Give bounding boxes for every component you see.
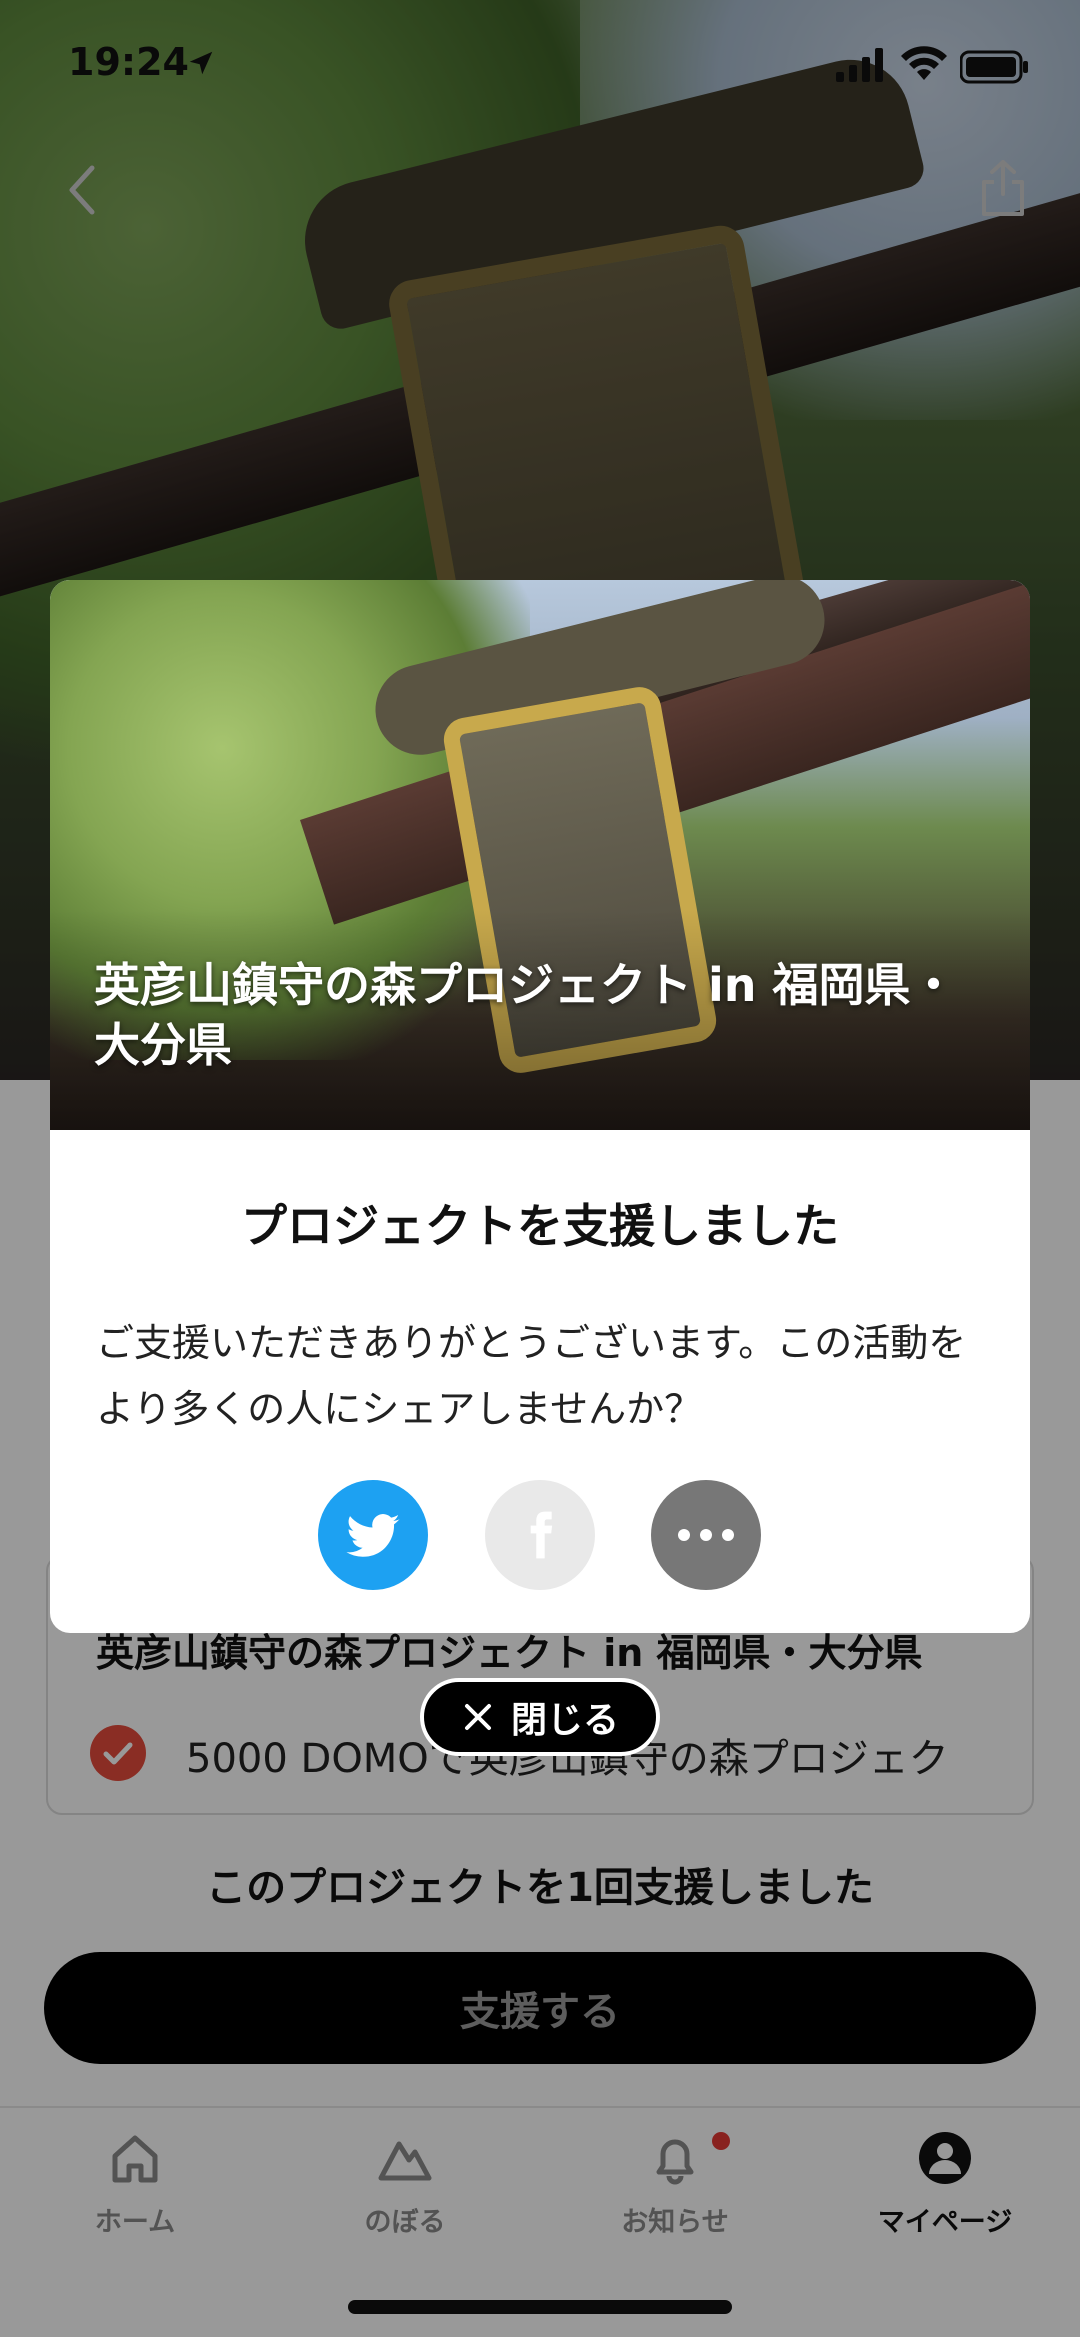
modal-message: ご支援いただきありがとうございます。この活動をより多くの人にシェアしませんか？ — [96, 1321, 967, 1431]
more-icon — [678, 1529, 734, 1541]
project-title: 英彦山鎮守の森プロジェクト in 福岡県・大分県 — [94, 958, 957, 1072]
project-image: 英彦山鎮守の森プロジェクト in 福岡県・大分県 — [50, 580, 1030, 1130]
twitter-icon — [346, 1514, 400, 1557]
facebook-icon — [530, 1511, 553, 1559]
modal-heading: プロジェクトを支援しました — [241, 1199, 839, 1253]
close-label: 閉じる — [510, 1700, 619, 1741]
close-icon — [464, 1704, 491, 1730]
share-facebook-button[interactable] — [485, 1480, 595, 1590]
share-more-button[interactable] — [651, 1480, 761, 1590]
share-modal: 英彦山鎮守の森プロジェクト in 福岡県・大分県 プロジェクトを支援しました ご… — [50, 580, 1030, 1633]
close-button[interactable]: 閉じる — [420, 1678, 660, 1756]
share-twitter-button[interactable] — [318, 1480, 428, 1590]
